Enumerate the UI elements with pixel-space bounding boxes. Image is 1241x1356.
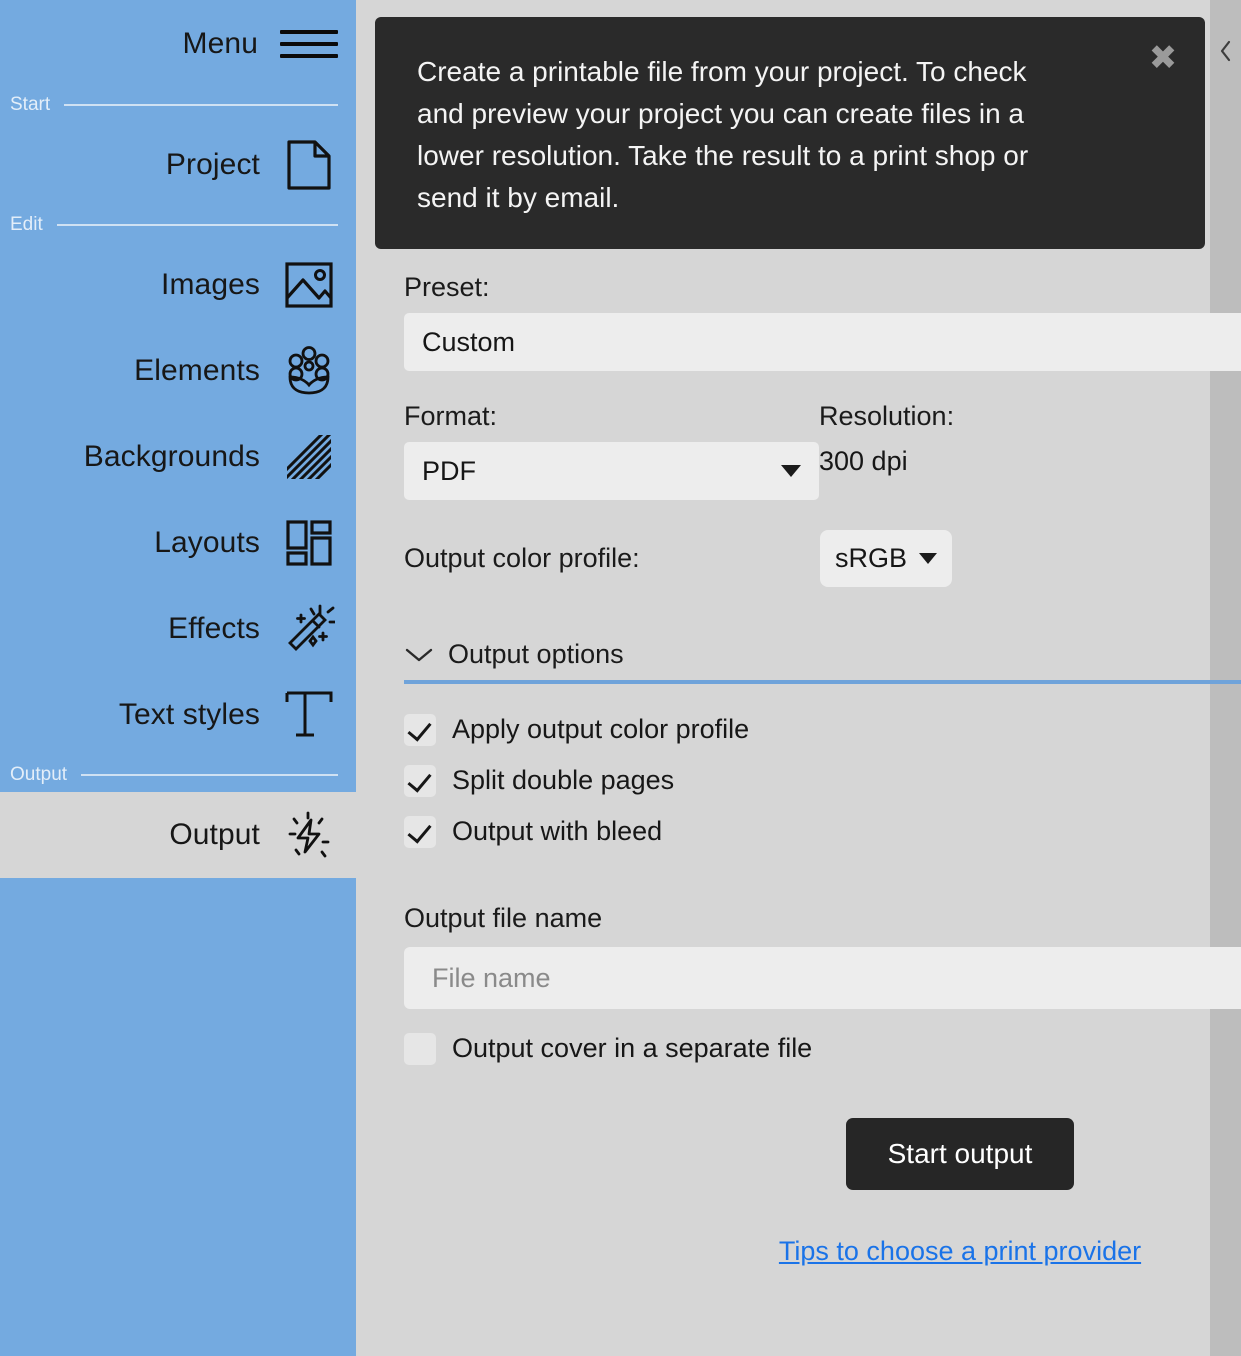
format-value: PDF	[422, 456, 771, 487]
chevron-left-icon[interactable]	[1219, 40, 1232, 62]
output-options-toggle[interactable]: Output options	[404, 639, 1241, 670]
checkbox-row-apply-color-profile[interactable]: Apply output color profile	[404, 704, 1241, 755]
checkbox-label: Apply output color profile	[452, 714, 749, 745]
file-name-input[interactable]	[432, 963, 1241, 994]
magic-wand-icon	[280, 600, 338, 658]
output-options-list: Apply output color profile Split double …	[404, 704, 1241, 857]
hatch-pattern-icon	[280, 428, 338, 486]
sidebar-section-label: Output	[10, 764, 67, 786]
sidebar-section-output: Output	[0, 758, 356, 792]
output-settings-form: Preset: Custom Format: PDF Resolution: 3…	[404, 272, 1241, 1267]
checkbox-split-double-pages[interactable]	[404, 765, 436, 797]
checkbox-label: Output with bleed	[452, 816, 662, 847]
start-output-button[interactable]: Start output	[846, 1118, 1075, 1190]
sidebar-item-images[interactable]: Images	[0, 242, 356, 328]
sidebar-section-start: Start	[0, 88, 356, 122]
info-tooltip-text: Create a printable file from your projec…	[417, 51, 1077, 219]
chevron-down-icon	[919, 553, 937, 564]
info-tooltip: Create a printable file from your projec…	[375, 17, 1205, 249]
color-profile-value: sRGB	[835, 543, 907, 574]
format-select[interactable]: PDF	[404, 442, 819, 500]
sidebar-item-layouts[interactable]: Layouts	[0, 500, 356, 586]
sidebar: Menu Start Project Edit Images	[0, 0, 356, 1356]
sidebar-item-backgrounds[interactable]: Backgrounds	[0, 414, 356, 500]
sidebar-section-edit: Edit	[0, 208, 356, 242]
output-file-name-field[interactable]	[404, 947, 1241, 1009]
checkbox-row-output-with-bleed[interactable]: Output with bleed	[404, 806, 1241, 857]
section-divider	[81, 774, 338, 776]
checkbox-label: Split double pages	[452, 765, 674, 796]
format-label: Format:	[404, 401, 819, 432]
sidebar-section-label: Start	[10, 94, 50, 116]
checkbox-apply-color-profile[interactable]	[404, 714, 436, 746]
output-file-name-label: Output file name	[404, 903, 1241, 934]
section-divider	[57, 224, 338, 226]
sidebar-item-project[interactable]: Project	[0, 122, 356, 208]
sidebar-item-text-styles[interactable]: Text styles	[0, 672, 356, 758]
tips-link-wrap: Tips to choose a print provider	[404, 1236, 1241, 1267]
checkbox-output-with-bleed[interactable]	[404, 816, 436, 848]
sidebar-item-label: Effects	[168, 612, 260, 646]
color-profile-select[interactable]: sRGB	[820, 530, 952, 587]
sidebar-item-label: Elements	[134, 354, 260, 388]
sidebar-item-output[interactable]: Output	[0, 792, 356, 878]
checkbox-row-split-double-pages[interactable]: Split double pages	[404, 755, 1241, 806]
layout-grid-icon	[280, 514, 338, 572]
close-icon[interactable]: ✖	[1147, 43, 1179, 75]
output-panel: Create a printable file from your projec…	[356, 0, 1241, 1356]
menu-label: Menu	[183, 27, 258, 61]
tips-print-provider-link[interactable]: Tips to choose a print provider	[779, 1236, 1141, 1266]
preset-select[interactable]: Custom	[404, 313, 1241, 371]
sidebar-item-label: Output	[169, 818, 260, 852]
flower-icon	[280, 342, 338, 400]
output-options-title: Output options	[448, 639, 624, 670]
preset-label: Preset:	[404, 272, 1241, 303]
format-resolution-row: Format: PDF Resolution: 300 dpi	[404, 401, 1241, 500]
sidebar-item-label: Layouts	[154, 526, 260, 560]
section-divider	[64, 104, 338, 106]
start-output-wrap: Start output	[404, 1118, 1241, 1190]
checkbox-row-output-cover-separate[interactable]: Output cover in a separate file	[404, 1023, 1241, 1074]
chevron-down-icon	[781, 465, 801, 477]
color-profile-label: Output color profile:	[404, 543, 820, 574]
preset-value: Custom	[422, 327, 1241, 358]
hamburger-icon[interactable]	[280, 26, 338, 62]
color-profile-row: Output color profile: sRGB	[404, 530, 1241, 587]
sidebar-item-elements[interactable]: Elements	[0, 328, 356, 414]
menu-button[interactable]: Menu	[0, 0, 356, 88]
output-spark-icon	[280, 806, 338, 864]
format-group: Format: PDF	[404, 401, 819, 500]
sidebar-item-label: Backgrounds	[84, 440, 260, 474]
checkbox-label: Output cover in a separate file	[452, 1033, 812, 1064]
resolution-label: Resolution:	[819, 401, 1241, 432]
image-icon	[280, 256, 338, 314]
document-icon	[280, 136, 338, 194]
sidebar-item-label: Text styles	[119, 698, 260, 732]
sidebar-section-label: Edit	[10, 214, 43, 236]
chevron-down-icon	[404, 646, 434, 664]
resolution-value: 300 dpi	[819, 446, 1241, 477]
app-window: Menu Start Project Edit Images	[0, 0, 1241, 1356]
sidebar-item-effects[interactable]: Effects	[0, 586, 356, 672]
resolution-group: Resolution: 300 dpi	[819, 401, 1241, 500]
checkbox-output-cover-separate[interactable]	[404, 1033, 436, 1065]
sidebar-item-label: Project	[166, 148, 260, 182]
text-t-icon	[280, 686, 338, 744]
sidebar-item-label: Images	[161, 268, 260, 302]
output-options-divider	[404, 680, 1241, 684]
